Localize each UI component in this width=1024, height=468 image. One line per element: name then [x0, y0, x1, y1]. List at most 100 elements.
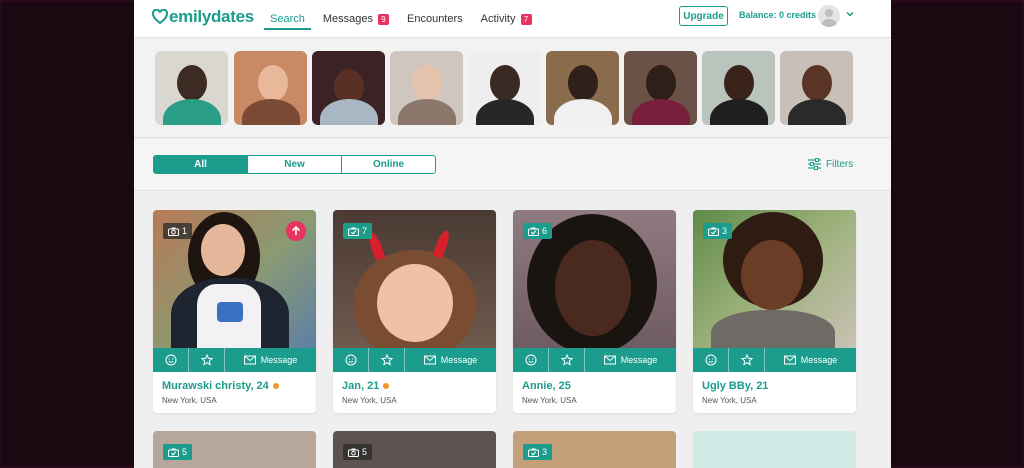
nav-search[interactable]: Search	[264, 0, 311, 38]
message-button[interactable]: Message	[225, 348, 316, 372]
photo-count: 6	[542, 226, 548, 236]
user-avatar[interactable]	[818, 5, 840, 27]
chevron-down-icon[interactable]	[845, 9, 855, 19]
profile-name-text: Ugly BBy, 21	[702, 380, 769, 392]
story-thumbnail[interactable]	[780, 51, 853, 125]
message-button[interactable]: Message	[765, 348, 856, 372]
arrow-up-icon	[291, 225, 301, 235]
photo-count: 7	[362, 226, 368, 236]
photo-count: 5	[362, 447, 368, 457]
profile-card[interactable]: 5	[153, 431, 316, 468]
nav-messages[interactable]: Messages 9	[317, 0, 395, 38]
message-label: Message	[440, 355, 478, 365]
photo-count: 5	[182, 447, 188, 457]
heart-logo-icon	[152, 9, 168, 25]
nav-encounters[interactable]: Encounters	[401, 0, 469, 38]
profile-card[interactable]: 7 Message Jan, 21 New York, USA	[333, 210, 496, 413]
message-label: Message	[260, 355, 298, 365]
story-thumbnail[interactable]	[390, 51, 463, 125]
filter-tabs: All New Online	[153, 155, 436, 174]
message-label: Message	[800, 355, 838, 365]
card-action-bar: Message	[153, 348, 316, 372]
nav-search-label: Search	[270, 13, 305, 25]
smile-icon	[705, 354, 716, 366]
photo-count-badge: 3	[523, 444, 553, 460]
story-thumbnail[interactable]	[312, 51, 385, 125]
profile-name-text: Annie, 25	[522, 380, 571, 392]
verified-photo-icon	[708, 227, 719, 236]
profile-location: New York, USA	[522, 396, 577, 405]
filters-button[interactable]: Filters	[808, 158, 853, 170]
message-button[interactable]: Message	[405, 348, 496, 372]
profile-grid: 1 Message Murawski christy, 24 New York,…	[134, 192, 891, 468]
nav-activity[interactable]: Activity 7	[475, 0, 538, 38]
profile-name-text: Jan, 21	[342, 380, 380, 392]
photo-count: 3	[542, 447, 548, 457]
star-icon	[560, 354, 573, 366]
story-thumbnail[interactable]	[624, 51, 697, 125]
app-window: emilydates Search Messages 9 Encounters …	[134, 0, 891, 468]
nav-activity-label: Activity	[480, 13, 516, 25]
profile-name[interactable]: Murawski christy, 24	[162, 380, 279, 392]
wink-button[interactable]	[513, 348, 549, 372]
story-thumbnail[interactable]	[468, 51, 541, 125]
tab-online[interactable]: Online	[342, 156, 435, 173]
filters-label: Filters	[826, 158, 854, 170]
upgrade-button[interactable]: Upgrade	[679, 6, 728, 26]
profile-card[interactable]: 1 Message Murawski christy, 24 New York,…	[153, 210, 316, 413]
online-status-dot	[272, 383, 279, 389]
profile-location: New York, USA	[342, 396, 397, 405]
message-label: Message	[620, 355, 658, 365]
profile-name[interactable]: Ugly BBy, 21	[702, 380, 768, 392]
message-button[interactable]: Message	[585, 348, 676, 372]
story-thumbnail[interactable]	[155, 51, 228, 125]
photo-count-badge: 6	[523, 223, 553, 239]
photo-count-badge: 5	[163, 444, 193, 460]
wink-button[interactable]	[153, 348, 189, 372]
profile-card[interactable]: 6 Message Annie, 25 New York, USA	[513, 210, 676, 413]
smile-icon	[525, 354, 536, 366]
profile-card[interactable]: 3	[513, 431, 676, 468]
profile-card[interactable]	[693, 431, 856, 468]
story-thumbnail[interactable]	[234, 51, 307, 125]
verified-photo-icon	[168, 448, 179, 457]
star-icon	[740, 354, 753, 366]
photo-count-badge: 3	[703, 223, 733, 239]
logo-text: emilydates	[169, 7, 254, 26]
profile-location: New York, USA	[702, 396, 757, 405]
favorite-button[interactable]	[189, 348, 225, 372]
favorite-button[interactable]	[369, 348, 405, 372]
envelope-icon	[243, 355, 256, 365]
wink-button[interactable]	[333, 348, 369, 372]
boost-badge	[286, 221, 306, 241]
profile-card[interactable]: 5	[333, 431, 496, 468]
tab-all[interactable]: All	[154, 156, 248, 173]
profile-name[interactable]: Annie, 25	[522, 380, 571, 392]
profile-card[interactable]: 3 Message Ugly BBy, 21 New York, USA	[693, 210, 856, 413]
envelope-icon	[603, 355, 616, 365]
story-thumbnail[interactable]	[546, 51, 619, 125]
online-status-dot	[383, 383, 390, 389]
favorite-button[interactable]	[729, 348, 765, 372]
envelope-icon	[423, 355, 436, 365]
verified-photo-icon	[528, 448, 539, 457]
verified-photo-icon	[528, 227, 539, 236]
envelope-icon	[783, 355, 796, 365]
wink-button[interactable]	[693, 348, 729, 372]
filter-bar: All New Online Filters	[134, 139, 891, 191]
profile-name[interactable]: Jan, 21	[342, 380, 390, 392]
camera-icon	[168, 227, 179, 236]
photo-count: 3	[722, 226, 728, 236]
nav-messages-label: Messages	[322, 13, 373, 25]
nav-encounters-label: Encounters	[407, 13, 463, 25]
logo[interactable]: emilydates	[152, 5, 254, 29]
card-action-bar: Message	[693, 348, 856, 372]
tab-new[interactable]: New	[248, 156, 342, 173]
story-thumbnail[interactable]	[702, 51, 775, 125]
main-nav: Search Messages 9 Encounters Activity 7	[264, 0, 544, 38]
balance-text[interactable]: Balance: 0 credits	[739, 10, 816, 20]
favorite-button[interactable]	[549, 348, 585, 372]
photo-count: 1	[182, 226, 188, 236]
photo-count-badge: 1	[163, 223, 193, 239]
sliders-icon	[808, 158, 821, 170]
